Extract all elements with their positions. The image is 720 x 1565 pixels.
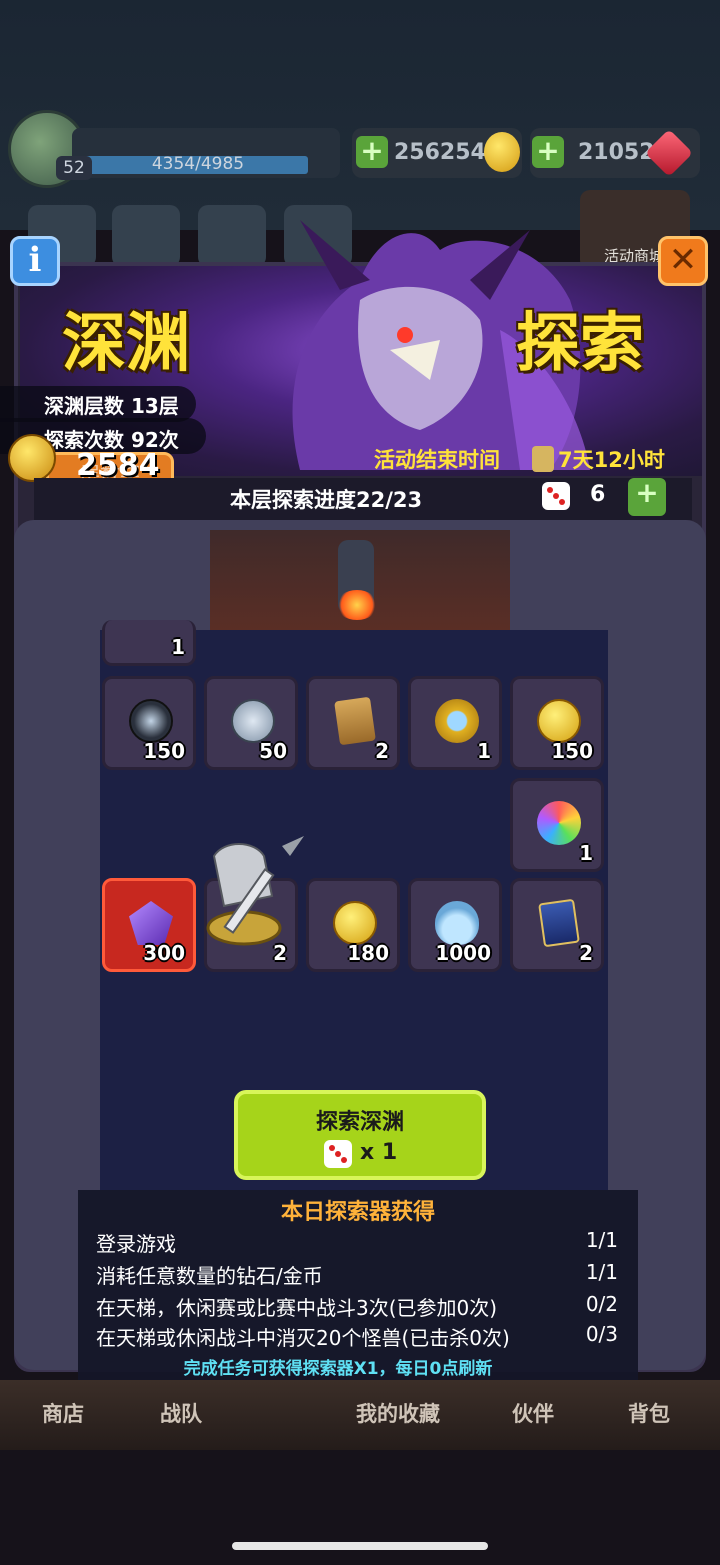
gold-coin-icon: [484, 132, 520, 172]
tasks-note: 完成任务可获得探索器X1，每日0点刷新: [183, 1359, 493, 1379]
cell-count: 150: [551, 739, 593, 763]
task-row: 在天梯或休闲战斗中消灭20个怪兽(已击杀0次) 0/3: [96, 1322, 626, 1352]
potion-icon: [435, 901, 479, 945]
task-row: 消耗任意数量的钻石/金币 1/1: [96, 1260, 626, 1290]
nav-backpack[interactable]: 背包: [628, 1398, 670, 1428]
task-name: 在天梯或休闲战斗中消灭20个怪兽(已击杀0次): [96, 1326, 510, 1350]
purple-crystal-icon: [129, 901, 173, 945]
blue-card-icon: [538, 898, 580, 948]
coin-amount: 256254: [394, 140, 486, 165]
info-button[interactable]: i: [10, 236, 60, 286]
grid-cell[interactable]: 2: [306, 676, 400, 770]
end-time-value: 7天12小时: [558, 448, 665, 472]
explore-cost: x 1: [360, 1140, 398, 1165]
cell-count: 1: [171, 635, 185, 659]
gold-coin-icon: [333, 901, 377, 945]
task-row: 登录游戏 1/1: [96, 1228, 626, 1258]
daily-tasks-title: 本日探索器获得: [280, 1200, 435, 1225]
cell-count: 1: [579, 841, 593, 865]
grid-cell[interactable]: 180: [306, 878, 400, 972]
cell-count: 300: [143, 941, 185, 965]
close-button[interactable]: ✕: [658, 236, 708, 286]
task-progress: 1/1: [585, 1228, 618, 1252]
home-indicator[interactable]: [232, 1542, 488, 1550]
gem-amount: 21052: [578, 140, 655, 165]
gold-coin-icon: [537, 699, 581, 743]
floor-label: 深渊层数 13层: [44, 394, 179, 418]
nav-shop[interactable]: 商店: [42, 1398, 84, 1428]
cell-count: 50: [259, 739, 287, 763]
cell-count: 2: [579, 941, 593, 965]
xp-text: 4354/4985: [151, 154, 245, 174]
grid-cell-selected[interactable]: 300: [102, 878, 196, 972]
dice-count: 6: [590, 482, 606, 507]
end-time-label: 活动结束时间: [374, 448, 500, 472]
cell-count: 2: [375, 739, 389, 763]
dice-icon: [542, 482, 570, 510]
title-right: 探索: [516, 307, 644, 381]
nav-partners[interactable]: 伙伴: [512, 1398, 554, 1428]
task-progress: 0/3: [585, 1322, 618, 1346]
cell-count: 180: [347, 941, 389, 965]
grid-cell[interactable]: 1: [510, 778, 604, 872]
task-name: 登录游戏: [96, 1232, 176, 1256]
task-name: 在天梯，休闲赛或比赛中战斗3次(已参加0次): [96, 1296, 498, 1320]
nav-collection[interactable]: 我的收藏: [356, 1398, 440, 1428]
gold-gem-icon: [435, 699, 479, 743]
task-progress: 1/1: [585, 1260, 618, 1284]
explore-abyss-label: 探索深渊: [315, 1110, 404, 1135]
grid-cell[interactable]: 1: [408, 676, 502, 770]
task-name: 消耗任意数量的钻石/金币: [96, 1264, 323, 1288]
hero-icon: [206, 836, 304, 946]
card-pack-icon: [334, 696, 376, 746]
title-left: 深渊: [62, 307, 190, 381]
grid-cell[interactable]: 50: [204, 676, 298, 770]
grid-cell[interactable]: 1000: [408, 878, 502, 972]
task-row: 在天梯，休闲赛或比赛中战斗3次(已参加0次) 0/2: [96, 1292, 626, 1322]
task-progress: 0/2: [585, 1292, 618, 1316]
score-coin-icon: [8, 434, 56, 482]
grid-cell[interactable]: 150: [510, 676, 604, 770]
add-gems-button[interactable]: +: [532, 136, 564, 168]
cell-count: 1: [477, 739, 491, 763]
add-dice-button[interactable]: +: [628, 478, 666, 516]
silver-gem-icon: [231, 699, 275, 743]
grid-cell[interactable]: 2: [510, 878, 604, 972]
nav-team[interactable]: 战队: [160, 1398, 202, 1428]
cell-count: 150: [143, 739, 185, 763]
cell-count: 1000: [435, 941, 491, 965]
dark-gem-icon: [129, 699, 173, 743]
floor-progress: 本层探索进度22/23: [230, 488, 423, 512]
grid-cell[interactable]: 150: [102, 676, 196, 770]
add-coins-button[interactable]: +: [356, 136, 388, 168]
dice-icon: [324, 1140, 352, 1168]
rainbow-gem-icon: [537, 801, 581, 845]
grid-cell-partial[interactable]: 1: [102, 620, 196, 666]
tv-button[interactable]: [112, 205, 180, 267]
flame-icon: [336, 590, 378, 620]
hourglass-icon: [532, 446, 554, 472]
